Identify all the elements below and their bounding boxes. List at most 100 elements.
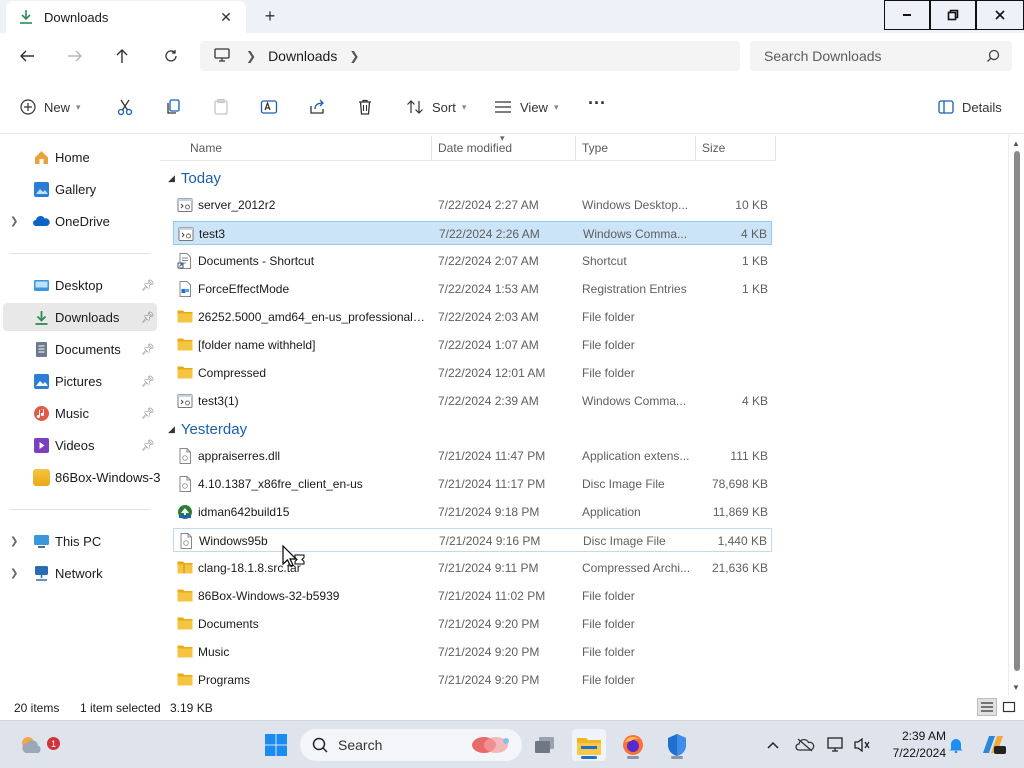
minimize-button[interactable] (884, 0, 930, 30)
close-window-button[interactable] (976, 0, 1024, 30)
group-header[interactable]: ◢ Today (168, 166, 221, 190)
pin-icon[interactable]: 📌︎ (141, 343, 155, 356)
vertical-scrollbar[interactable]: ▲ ▼ (1008, 135, 1024, 697)
tab-downloads[interactable]: Downloads ✕ (6, 1, 246, 33)
details-button[interactable]: Details (938, 94, 1002, 120)
nav-item-86box-folder[interactable]: 86Box-Windows-32 (0, 463, 168, 491)
file-row[interactable]: 26252.5000_amd64_en-us_professional_d...… (173, 305, 772, 329)
up-button[interactable] (107, 42, 137, 70)
onedrive-tray-button[interactable] (795, 735, 815, 755)
details-pane-icon (938, 100, 954, 114)
file-row[interactable]: 86Box-Windows-32-b5939 7/21/2024 11:02 PM… (173, 584, 772, 608)
nav-item-onedrive[interactable]: ❯ OneDrive (0, 207, 160, 235)
file-date-modified: 7/21/2024 9:18 PM (438, 505, 540, 519)
search-icon (987, 49, 1000, 62)
chevron-right-icon[interactable]: ❯ (349, 49, 359, 63)
monitor-icon[interactable] (214, 47, 230, 65)
nav-item-this-pc[interactable]: ❯ This PC (0, 527, 160, 555)
file-type: Disc Image File (583, 534, 666, 548)
nav-item-pictures[interactable]: Pictures 📌︎ (0, 367, 160, 395)
widgets-button[interactable]: 1 (14, 729, 60, 761)
pin-icon[interactable]: 📌︎ (141, 439, 155, 452)
nav-item-gallery[interactable]: Gallery (0, 175, 160, 203)
notifications-button[interactable] (946, 735, 966, 755)
scrollbar-thumb[interactable] (1014, 151, 1020, 671)
file-name: Programs (198, 673, 251, 687)
share-button[interactable] (308, 94, 326, 120)
delete-button[interactable] (356, 94, 374, 120)
tab-close-button[interactable]: ✕ (216, 7, 236, 27)
chevron-right-icon[interactable]: ❯ (10, 536, 18, 547)
chevron-right-icon[interactable]: ❯ (246, 49, 256, 63)
file-row[interactable]: test3(1) 7/22/2024 2:39 AM Windows Comma..… (173, 389, 772, 413)
file-row[interactable]: [folder name withheld] 7/22/2024 1:07 AM F… (173, 333, 772, 357)
file-row[interactable]: server_2012r2 7/22/2024 2:27 AM Windows De… (173, 193, 772, 217)
file-type: Disc Image File (582, 477, 665, 491)
start-button[interactable] (259, 729, 293, 761)
pin-icon[interactable]: 📌︎ (141, 311, 155, 324)
column-header-type[interactable]: Type (576, 136, 696, 160)
scroll-down-icon[interactable]: ▼ (1012, 683, 1020, 692)
address-bar[interactable]: ❯ Downloads ❯ (200, 41, 740, 71)
group-header[interactable]: ◢ Yesterday (168, 417, 247, 441)
file-row[interactable]: appraiserres.dll 7/21/2024 11:47 PM Applic… (173, 444, 772, 468)
more-options-button[interactable]: ··· (588, 90, 606, 116)
tiles-view-button[interactable] (999, 698, 1019, 716)
restore-button[interactable] (930, 0, 976, 30)
nav-item-network[interactable]: ❯ Network (0, 559, 160, 587)
file-row[interactable]: Windows95b 7/21/2024 9:16 PM Disc Image Fi… (173, 528, 772, 552)
file-row[interactable]: Music 7/21/2024 9:20 PM File folder (173, 640, 772, 664)
collapse-chevron-icon[interactable]: ◢ (168, 173, 175, 184)
nav-item-documents[interactable]: Documents 📌︎ (0, 335, 160, 363)
display-tray-button[interactable] (826, 735, 846, 755)
application-icon (177, 504, 193, 519)
breadcrumb-downloads[interactable]: Downloads (268, 48, 337, 64)
file-row[interactable]: Documents 7/21/2024 9:20 PM File folder (173, 612, 772, 636)
taskbar-clock[interactable]: 2:39 AM 7/22/2024 (866, 728, 946, 762)
new-tab-button[interactable]: + (258, 5, 282, 27)
sort-button[interactable]: Sort ▾ (406, 94, 466, 120)
pin-icon[interactable]: 📌︎ (141, 375, 155, 388)
task-view-button[interactable] (528, 729, 562, 761)
back-button[interactable] (12, 42, 42, 70)
show-hidden-icons-button[interactable] (763, 735, 783, 755)
chevron-right-icon[interactable]: ❯ (10, 216, 18, 227)
chevron-right-icon[interactable]: ❯ (10, 568, 18, 579)
column-header-name[interactable]: Name (184, 136, 432, 160)
file-row[interactable]: Compressed 7/22/2024 12:01 AM File folder (173, 361, 772, 385)
copilot-button[interactable] (974, 729, 1012, 761)
paste-button[interactable] (212, 94, 230, 120)
nav-item-videos[interactable]: Videos 📌︎ (0, 431, 160, 459)
group-label: Today (180, 169, 221, 187)
file-row[interactable]: test3 7/22/2024 2:26 AM Windows Comma... 4 … (173, 221, 772, 245)
file-row[interactable]: clang-18.1.8.src.tar 7/21/2024 9:11 PM Com… (173, 556, 772, 580)
defender-taskbar-button[interactable] (660, 729, 694, 761)
new-button[interactable]: New ▾ (20, 94, 81, 120)
collapse-chevron-icon[interactable]: ◢ (168, 424, 175, 435)
forward-button[interactable] (60, 42, 90, 70)
file-row[interactable]: 4.10.1387_x86fre_client_en-us 7/21/2024 1… (173, 472, 772, 496)
search-input[interactable]: Search Downloads (750, 41, 1012, 71)
view-button[interactable]: View ▾ (494, 94, 558, 120)
column-header-size[interactable]: Size (696, 136, 776, 160)
scroll-up-icon[interactable]: ▲ (1012, 139, 1020, 148)
file-row[interactable]: Documents - Shortcut 7/22/2024 2:07 AM Sho… (173, 249, 772, 273)
taskbar-search[interactable]: Search (300, 729, 522, 761)
rename-button[interactable] (260, 94, 278, 120)
pin-icon[interactable]: 📌︎ (141, 279, 155, 292)
file-row[interactable]: idman642build15 7/21/2024 9:18 PM Applicat… (173, 500, 772, 524)
refresh-button[interactable] (156, 42, 186, 70)
file-row[interactable]: ForceEffectMode 7/22/2024 1:53 AM Registra… (173, 277, 772, 301)
file-explorer-taskbar-button[interactable] (572, 729, 606, 761)
cut-button[interactable] (116, 94, 134, 120)
file-row[interactable]: Programs 7/21/2024 9:20 PM File folder (173, 668, 772, 692)
firefox-taskbar-button[interactable] (616, 729, 650, 761)
pin-icon[interactable]: 📌︎ (141, 407, 155, 420)
copy-button[interactable] (164, 94, 182, 120)
nav-item-music[interactable]: Music 📌︎ (0, 399, 160, 427)
nav-item-downloads[interactable]: Downloads 📌︎ (3, 303, 157, 331)
nav-item-home[interactable]: Home (0, 143, 160, 171)
details-view-button[interactable] (977, 698, 997, 716)
download-icon (33, 309, 50, 326)
nav-item-desktop[interactable]: Desktop 📌︎ (0, 271, 160, 299)
